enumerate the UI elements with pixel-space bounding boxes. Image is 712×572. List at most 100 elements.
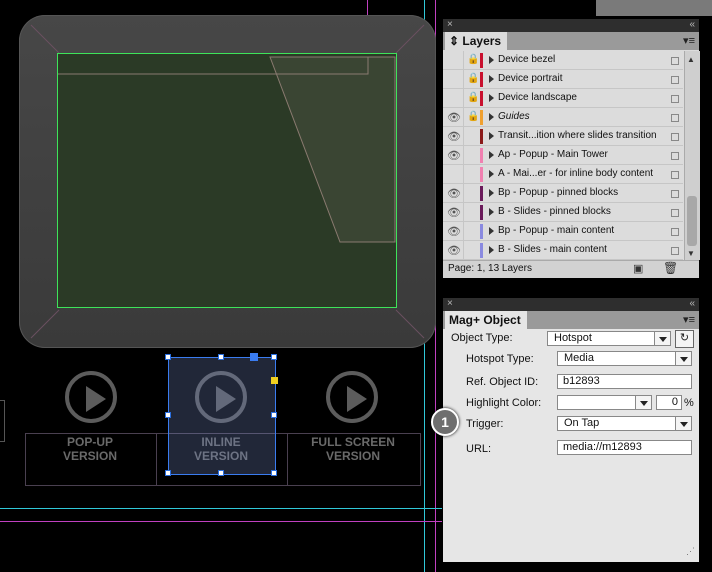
list-item[interactable]: A - Mai...er - for inline body content (443, 165, 683, 184)
layers-panel: × « ⇕ Layers ▾≡ 🔒 Device bezel 🔒 Device … (443, 19, 700, 278)
expand-arrow-icon[interactable] (489, 75, 494, 83)
layers-scrollbar[interactable]: ▲ ▼ (684, 51, 700, 260)
lock-icon[interactable]: 🔒 (467, 54, 479, 66)
ref-object-id-label: Ref. Object ID: (466, 376, 539, 388)
eye-icon[interactable]: 👁 (447, 111, 461, 124)
highlight-percent-input[interactable]: 0 (656, 395, 682, 410)
content-grabber-icon[interactable] (250, 353, 258, 361)
expand-arrow-icon[interactable] (489, 113, 494, 121)
layer-color-swatch (480, 72, 483, 87)
close-icon[interactable]: × (447, 19, 453, 30)
expand-arrow-icon[interactable] (489, 94, 494, 102)
device-screen[interactable] (57, 53, 397, 308)
layer-color-swatch (480, 129, 483, 144)
refresh-icon[interactable]: ↻ (675, 330, 694, 348)
trigger-label: Trigger: (466, 418, 504, 430)
layer-select-box[interactable] (671, 95, 679, 103)
close-icon[interactable]: × (447, 298, 453, 309)
layer-name: Ap - Popup - Main Tower (498, 149, 608, 160)
resize-handle[interactable] (271, 412, 277, 418)
resize-handle[interactable] (165, 412, 171, 418)
chevron-down-icon (675, 352, 691, 365)
layer-name: Device landscape (498, 92, 577, 103)
layer-color-swatch (480, 91, 483, 106)
list-item[interactable]: 👁 Ap - Popup - Main Tower (443, 146, 683, 165)
scroll-down-icon[interactable]: ▼ (687, 249, 695, 258)
layer-select-box[interactable] (671, 76, 679, 84)
resize-handle[interactable] (218, 470, 224, 476)
list-item[interactable]: 👁 B - Slides - main content (443, 241, 683, 260)
trigger-select[interactable]: On Tap (557, 416, 692, 431)
expand-arrow-icon[interactable] (489, 208, 494, 216)
expand-arrow-icon[interactable] (489, 227, 494, 235)
resize-handle[interactable] (165, 470, 171, 476)
layer-select-box[interactable] (671, 209, 679, 217)
highlight-color-select[interactable] (557, 395, 652, 410)
layer-select-box[interactable] (671, 190, 679, 198)
eye-icon[interactable]: 👁 (447, 130, 461, 143)
layer-name: Transit...ition where slides transition (498, 130, 657, 141)
layer-select-box[interactable] (671, 114, 679, 122)
popup-play-icon[interactable] (65, 371, 117, 423)
layer-color-swatch (480, 110, 483, 125)
resize-handle[interactable] (218, 354, 224, 360)
selected-hotspot-frame[interactable] (168, 357, 276, 475)
collapse-icon[interactable]: « (689, 19, 695, 30)
panel-menu-icon[interactable]: ▾≡ (683, 34, 695, 47)
eye-icon[interactable]: 👁 (447, 206, 461, 219)
object-type-label: Object Type: (451, 332, 513, 344)
expand-arrow-icon[interactable] (489, 246, 494, 254)
layer-select-box[interactable] (671, 171, 679, 179)
lock-icon[interactable]: 🔒 (467, 73, 479, 85)
layers-panel-titlebar: × « (443, 19, 699, 32)
scroll-thumb[interactable] (687, 196, 697, 246)
panel-menu-icon[interactable]: ▾≡ (683, 313, 695, 326)
tab-mag-object[interactable]: Mag+ Object (445, 311, 527, 329)
collapse-icon[interactable]: « (689, 298, 695, 309)
list-item[interactable]: 👁 Transit...ition where slides transitio… (443, 127, 683, 146)
eye-icon[interactable]: 👁 (447, 244, 461, 257)
resize-handle[interactable] (271, 470, 277, 476)
layer-select-box[interactable] (671, 152, 679, 160)
expand-arrow-icon[interactable] (489, 151, 494, 159)
resize-grip-icon[interactable]: ⋰ (686, 546, 696, 556)
layers-tab-arrow-icon: ⇕ (449, 34, 460, 48)
resize-handle[interactable] (271, 354, 277, 360)
list-item[interactable]: 🔒 Device bezel (443, 51, 683, 70)
list-item[interactable]: 👁 B - Slides - pinned blocks (443, 203, 683, 222)
ref-object-id-input[interactable]: b12893 (557, 374, 692, 389)
eye-icon[interactable]: 👁 (447, 225, 461, 238)
expand-arrow-icon[interactable] (489, 189, 494, 197)
object-type-select[interactable]: Hotspot (547, 331, 671, 346)
resize-handle[interactable] (165, 354, 171, 360)
scroll-up-icon[interactable]: ▲ (687, 55, 695, 64)
layer-name: Bp - Popup - pinned blocks (498, 187, 619, 198)
list-item[interactable]: 🔒 Device landscape (443, 89, 683, 108)
eye-icon[interactable]: 👁 (447, 149, 461, 162)
hotspot-type-select[interactable]: Media (557, 351, 692, 366)
fullscreen-play-icon[interactable] (326, 371, 378, 423)
layer-select-box[interactable] (671, 228, 679, 236)
list-item[interactable]: 🔒 Device portrait (443, 70, 683, 89)
url-input[interactable]: media://m12893 (557, 440, 692, 455)
expand-arrow-icon[interactable] (489, 132, 494, 140)
layer-select-box[interactable] (671, 133, 679, 141)
list-item[interactable]: 👁 Bp - Popup - pinned blocks (443, 184, 683, 203)
layer-select-box[interactable] (671, 247, 679, 255)
list-item[interactable]: 👁 🔒 Guides (443, 108, 683, 127)
lock-icon[interactable]: 🔒 (467, 92, 479, 104)
chevron-down-icon (675, 417, 691, 430)
layers-footer: Page: 1, 13 Layers ▣ 🗑 (443, 260, 699, 278)
layers-list: 🔒 Device bezel 🔒 Device portrait 🔒 Devic… (443, 51, 683, 260)
popup-label: POP-UP VERSION (62, 435, 117, 463)
lock-icon[interactable]: 🔒 (467, 111, 479, 123)
eye-icon[interactable]: 👁 (447, 187, 461, 200)
trash-icon[interactable]: 🗑 (663, 261, 678, 275)
expand-arrow-icon[interactable] (489, 56, 494, 64)
expand-arrow-icon[interactable] (489, 170, 494, 178)
tab-layers[interactable]: ⇕ Layers (445, 32, 508, 50)
anchor-icon[interactable] (271, 377, 278, 384)
layer-select-box[interactable] (671, 57, 679, 65)
new-layer-icon[interactable]: ▣ (633, 262, 643, 275)
list-item[interactable]: 👁 Bp - Popup - main content (443, 222, 683, 241)
